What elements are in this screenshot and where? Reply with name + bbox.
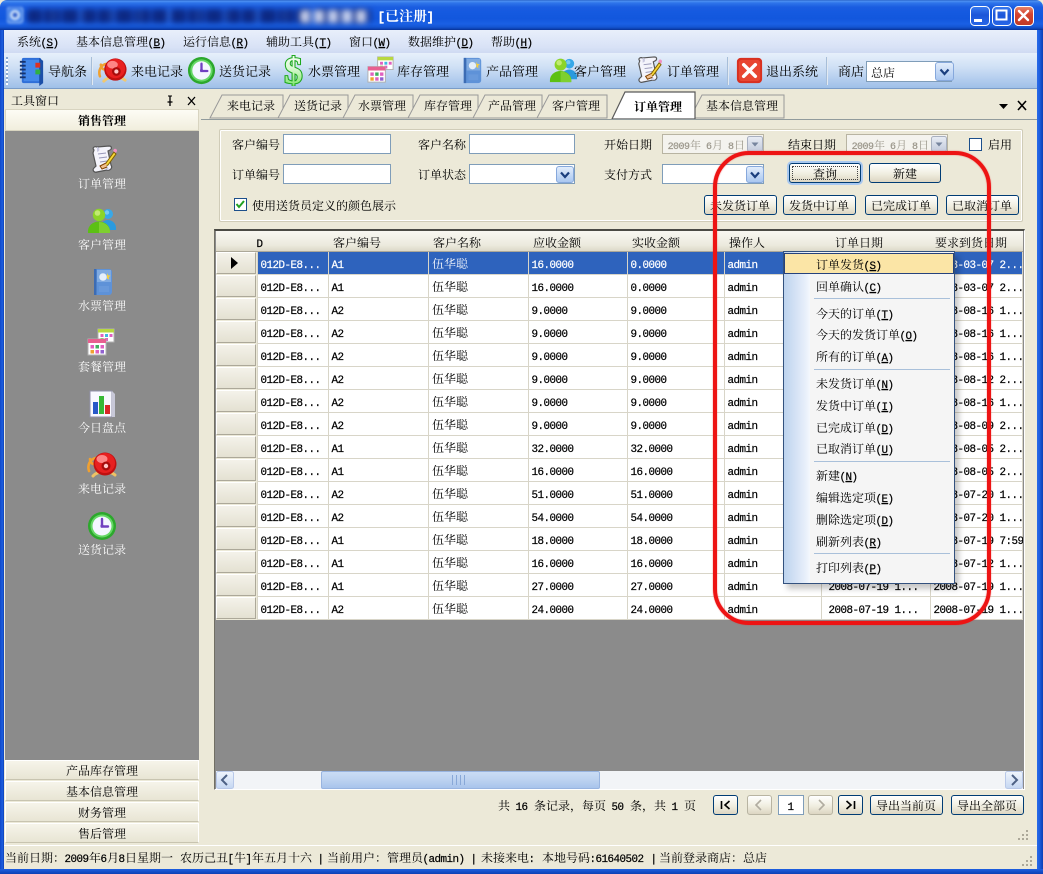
- svg-text:012D-E8...: 012D-E8...: [261, 559, 322, 571]
- svg-text:A2: A2: [332, 329, 345, 341]
- svg-text:0.0000: 0.0000: [631, 283, 668, 295]
- svg-text:9.0000: 9.0000: [532, 398, 569, 410]
- svg-text:1...: 1...: [1000, 490, 1023, 502]
- svg-text:51.0000: 51.0000: [631, 490, 674, 502]
- svg-text:9.0000: 9.0000: [532, 375, 569, 387]
- svg-text:9.0000: 9.0000: [631, 398, 668, 410]
- svg-text:2...: 2...: [1000, 283, 1023, 295]
- svg-text:9.0000: 9.0000: [631, 306, 668, 318]
- svg-text:24.0000: 24.0000: [631, 605, 674, 617]
- svg-text:012D-E8...: 012D-E8...: [261, 421, 322, 433]
- svg-text:1...: 1...: [1000, 605, 1023, 617]
- svg-text:012D-E8...: 012D-E8...: [261, 352, 322, 364]
- svg-text:012D-E8...: 012D-E8...: [261, 536, 322, 548]
- svg-text:012D-E8...: 012D-E8...: [261, 329, 322, 341]
- svg-text:012D-E8...: 012D-E8...: [261, 490, 322, 502]
- svg-text:0.0000: 0.0000: [631, 260, 668, 272]
- svg-text:9.0000: 9.0000: [532, 421, 569, 433]
- svg-text:51.0000: 51.0000: [532, 490, 575, 502]
- svg-text:16.0000: 16.0000: [631, 467, 674, 479]
- svg-text:7:59: 7:59: [1000, 536, 1023, 548]
- svg-text:1...: 1...: [1000, 398, 1023, 410]
- svg-text:1...: 1...: [1000, 306, 1023, 318]
- svg-text:1...: 1...: [1000, 582, 1023, 594]
- svg-text:A1: A1: [332, 283, 345, 295]
- svg-text:A1: A1: [332, 536, 345, 548]
- svg-text:A2: A2: [332, 421, 345, 433]
- svg-text:32.0000: 32.0000: [532, 444, 575, 456]
- svg-text:2...: 2...: [1000, 444, 1023, 456]
- svg-text:9.0000: 9.0000: [631, 352, 668, 364]
- svg-text:16.0000: 16.0000: [532, 283, 575, 295]
- svg-text:2...: 2...: [1000, 375, 1023, 387]
- svg-text:012D-E8...: 012D-E8...: [261, 375, 322, 387]
- svg-text:012D-E8...: 012D-E8...: [261, 306, 322, 318]
- svg-text:A1: A1: [332, 582, 345, 594]
- svg-text:A2: A2: [332, 398, 345, 410]
- svg-text:1...: 1...: [1000, 329, 1023, 341]
- svg-text:2...: 2...: [1000, 260, 1023, 272]
- svg-text:A2: A2: [332, 605, 345, 617]
- svg-text:2...: 2...: [1000, 421, 1023, 433]
- svg-text:012D-E8...: 012D-E8...: [261, 605, 322, 617]
- svg-text:9.0000: 9.0000: [631, 329, 668, 341]
- svg-text:A1: A1: [332, 260, 345, 272]
- svg-text:A2: A2: [332, 490, 345, 502]
- svg-text:9.0000: 9.0000: [532, 329, 569, 341]
- svg-text:32.0000: 32.0000: [631, 444, 674, 456]
- svg-text:A1: A1: [332, 559, 345, 571]
- svg-text:9.0000: 9.0000: [631, 421, 668, 433]
- svg-text:9.0000: 9.0000: [532, 306, 569, 318]
- svg-text:1...: 1...: [1000, 352, 1023, 364]
- svg-text:A2: A2: [332, 375, 345, 387]
- svg-text:18.0000: 18.0000: [631, 536, 674, 548]
- svg-text:24.0000: 24.0000: [532, 605, 575, 617]
- svg-text:A2: A2: [332, 306, 345, 318]
- svg-text:2...: 2...: [1000, 467, 1023, 479]
- svg-text:A1: A1: [332, 444, 345, 456]
- svg-text:A2: A2: [332, 513, 345, 525]
- svg-text:16.0000: 16.0000: [532, 559, 575, 571]
- svg-text:27.0000: 27.0000: [631, 582, 674, 594]
- svg-text:1...: 1...: [1000, 559, 1023, 571]
- svg-text:A1: A1: [332, 467, 345, 479]
- svg-text:012D-E8...: 012D-E8...: [261, 582, 322, 594]
- svg-text:54.0000: 54.0000: [631, 513, 674, 525]
- svg-text:1...: 1...: [1000, 513, 1023, 525]
- svg-text:9.0000: 9.0000: [532, 352, 569, 364]
- svg-text:A2: A2: [332, 352, 345, 364]
- svg-text:9.0000: 9.0000: [631, 375, 668, 387]
- svg-text:16.0000: 16.0000: [532, 260, 575, 272]
- svg-text:18.0000: 18.0000: [532, 536, 575, 548]
- svg-text:012D-E8...: 012D-E8...: [261, 398, 322, 410]
- svg-text:012D-E8...: 012D-E8...: [261, 513, 322, 525]
- svg-text:012D-E8...: 012D-E8...: [261, 444, 322, 456]
- svg-text:012D-E8...: 012D-E8...: [261, 467, 322, 479]
- svg-text:54.0000: 54.0000: [532, 513, 575, 525]
- svg-text:16.0000: 16.0000: [631, 559, 674, 571]
- svg-text:012D-E8...: 012D-E8...: [261, 260, 322, 272]
- svg-text:012D-E8...: 012D-E8...: [261, 283, 322, 295]
- svg-text:27.0000: 27.0000: [532, 582, 575, 594]
- svg-text:16.0000: 16.0000: [532, 467, 575, 479]
